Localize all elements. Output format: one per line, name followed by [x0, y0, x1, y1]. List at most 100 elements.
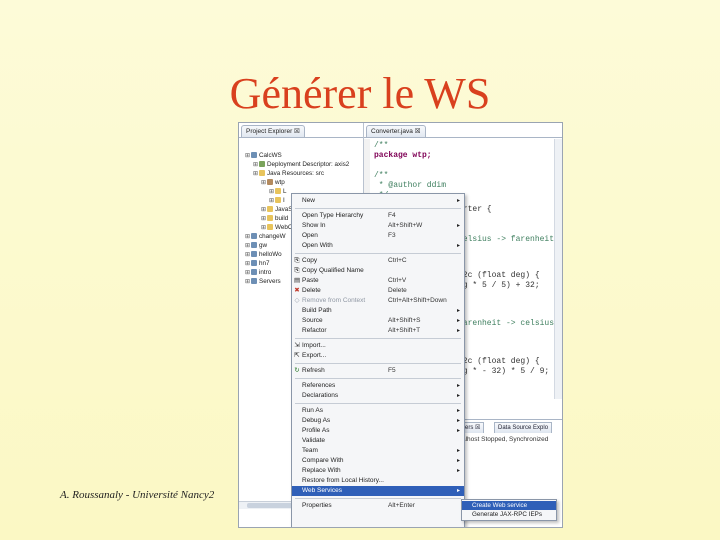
menu-item-import[interactable]: ⇲ Import...: [292, 341, 464, 351]
menu-item-delete[interactable]: ✖ Delete Delete: [292, 286, 464, 296]
tree-item[interactable]: ⊞ L: [239, 187, 287, 196]
tree-item-label: WebC: [275, 224, 293, 231]
menu-item-export[interactable]: ⇱ Export...: [292, 351, 464, 361]
menu-item-open-with[interactable]: Open With ▸: [292, 241, 464, 251]
tree-item-label: Deployment Descriptor: axis2: [267, 161, 350, 168]
menu-item-remove-from-context[interactable]: ◇ Remove from Context Ctrl+Alt+Shift+Down: [292, 296, 464, 306]
menu-item-refresh[interactable]: ↻ Refresh F5: [292, 366, 464, 376]
menu-item-open-type-hierarchy[interactable]: Open Type Hierarchy F4: [292, 211, 464, 221]
menu-item-references[interactable]: References ▸: [292, 381, 464, 391]
folder-icon: [267, 215, 273, 222]
generate-jax-rpc-item[interactable]: Generate JAX-RPC IEPs: [462, 510, 556, 519]
menu-item-label: Paste: [302, 277, 319, 284]
remove-icon: ◇: [294, 297, 300, 304]
tree-item[interactable]: ⊞ gw: [239, 241, 267, 250]
menu-item-run-as[interactable]: Run As ▸: [292, 406, 464, 416]
menu-item-shortcut: F3: [388, 232, 396, 239]
menu-item-shortcut: F5: [388, 367, 396, 374]
tree-item[interactable]: ⊞ changeW: [239, 232, 286, 241]
tree-item[interactable]: ⊞ WebC: [239, 223, 292, 232]
tree-item[interactable]: ⊞ JavaS: [239, 205, 293, 214]
submenu-arrow-icon: ▸: [456, 318, 460, 324]
tree-item[interactable]: ⊞ wtp: [239, 178, 285, 187]
menu-item-validate[interactable]: Validate: [292, 436, 464, 446]
create-web-service-item[interactable]: Create Web service: [462, 501, 556, 510]
menu-separator: [295, 253, 461, 254]
menu-item-declarations[interactable]: Declarations ▸: [292, 391, 464, 401]
tree-item-label: JavaS: [275, 206, 293, 213]
menu-item-properties[interactable]: Properties Alt+Enter: [292, 501, 464, 511]
project-icon: [251, 242, 257, 249]
tree-item[interactable]: ⊞ hn7: [239, 259, 270, 268]
tree-item[interactable]: ⊞ build: [239, 214, 288, 223]
menu-item-open[interactable]: Open F3: [292, 231, 464, 241]
menu-item-paste[interactable]: ▤ Paste Ctrl+V: [292, 276, 464, 286]
menu-item-label: Build Path: [302, 307, 332, 314]
paste-icon: ▤: [294, 277, 301, 284]
submenu-arrow-icon: ▸: [456, 408, 460, 414]
file-icon: [275, 197, 281, 204]
tree-item[interactable]: ⊞ Java Resources: src: [239, 169, 324, 178]
folder-icon: [267, 206, 273, 213]
menu-item-label: Debug As: [302, 417, 331, 424]
menu-separator: [295, 363, 461, 364]
project-icon: [251, 251, 257, 258]
menu-item-shortcut: F4: [388, 212, 396, 219]
tree-item-label: I: [283, 197, 285, 204]
menu-item-debug-as[interactable]: Debug As ▸: [292, 416, 464, 426]
code-line: * @author ddim: [374, 181, 447, 190]
menu-item-compare-with[interactable]: Compare With ▸: [292, 456, 464, 466]
slide-footer: A. Roussanaly - Université Nancy2: [60, 489, 215, 501]
servers-tab[interactable]: Data Source Explo: [494, 422, 553, 433]
copy-icon: ⎘: [294, 257, 300, 264]
menu-item-copy-qualified-name[interactable]: ⎘ Copy Qualified Name: [292, 266, 464, 276]
menu-item-restore-from-local-history[interactable]: Restore from Local History...: [292, 476, 464, 486]
menu-item-label: Run As: [302, 407, 323, 414]
tree-item-label: hn7: [259, 260, 270, 267]
server-row[interactable]: alhost Stopped, Synchronized: [462, 436, 548, 443]
menu-item-label: Export...: [302, 352, 327, 359]
import-icon: ⇲: [294, 342, 300, 349]
tree-item-label: Java Resources: src: [267, 170, 325, 177]
menu-item-team[interactable]: Team ▸: [292, 446, 464, 456]
menu-item-shortcut: Ctrl+Alt+Shift+Down: [388, 297, 447, 304]
submenu-arrow-icon: ▸: [456, 468, 460, 474]
menu-item-show-in[interactable]: Show In Alt+Shift+W ▸: [292, 221, 464, 231]
tree-item[interactable]: ⊞ Servers: [239, 277, 281, 286]
menu-item-shortcut: Alt+Enter: [388, 502, 415, 509]
tree-item[interactable]: ⊞ helloWo: [239, 250, 282, 259]
menu-item-label: Remove from Context: [302, 297, 366, 304]
submenu-arrow-icon: ▸: [456, 243, 460, 249]
menu-item-label: Delete: [302, 287, 321, 294]
menu-item-profile-as[interactable]: Profile As ▸: [292, 426, 464, 436]
tree-item-label: changeW: [259, 233, 286, 240]
submenu-item-label: Create Web service: [472, 502, 528, 509]
tree-item[interactable]: ⊞ I: [239, 196, 285, 205]
code-line: eg * 5 / 5) + 32;: [458, 281, 540, 290]
menu-item-refactor[interactable]: Refactor Alt+Shift+T ▸: [292, 326, 464, 336]
menu-item-replace-with[interactable]: Replace With ▸: [292, 466, 464, 476]
menu-item-source[interactable]: Source Alt+Shift+S ▸: [292, 316, 464, 326]
submenu-arrow-icon: ▸: [456, 198, 460, 204]
tree-item[interactable]: ⊞ CalcWS: [239, 151, 282, 160]
menu-item-web-services[interactable]: Web Services ▸: [292, 486, 464, 496]
vertical-scrollbar[interactable]: [554, 139, 562, 399]
web-services-submenu: Create Web service Generate JAX-RPC IEPs: [461, 499, 557, 521]
tree-item-label: intro: [259, 269, 272, 276]
tree-item-label: L: [283, 188, 287, 195]
menu-separator: [295, 403, 461, 404]
tree-item[interactable]: ⊞ Deployment Descriptor: axis2: [239, 160, 349, 169]
submenu-arrow-icon: ▸: [456, 418, 460, 424]
menu-item-build-path[interactable]: Build Path ▸: [292, 306, 464, 316]
submenu-arrow-icon: ▸: [456, 458, 460, 464]
menu-item-label: Restore from Local History...: [302, 477, 384, 484]
eclipse-screenshot: Project Explorer ☒ ⊞ CalcWS ⊞ Deployment De…: [238, 122, 563, 528]
menu-item-shortcut: Delete: [388, 287, 407, 294]
tree-item[interactable]: ⊞ intro: [239, 268, 271, 277]
menu-item-new[interactable]: New ▸: [292, 196, 464, 206]
menu-separator: [295, 338, 461, 339]
submenu-arrow-icon: ▸: [456, 428, 460, 434]
code-line: /**: [374, 171, 389, 180]
menu-item-copy[interactable]: ⎘ Copy Ctrl+C: [292, 256, 464, 266]
code-line: f2c (float deg) {: [458, 357, 540, 366]
